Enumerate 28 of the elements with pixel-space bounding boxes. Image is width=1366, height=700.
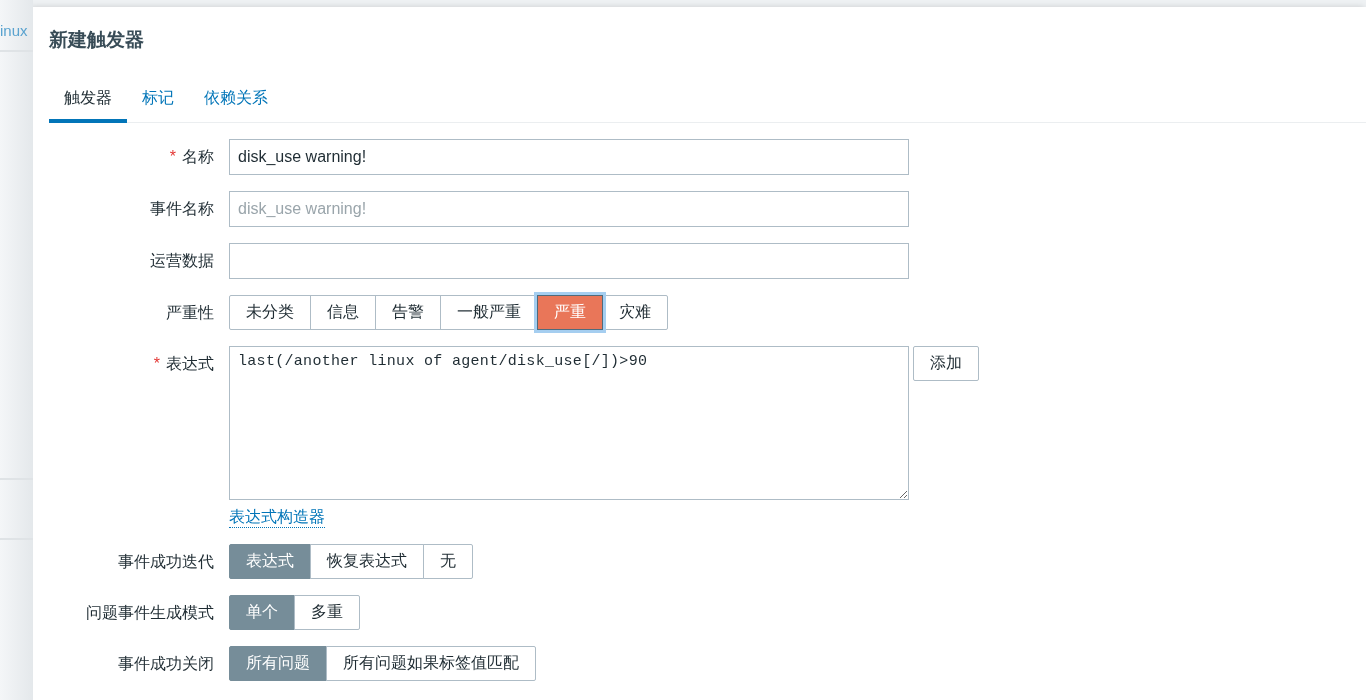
field-label: 运营数据 (150, 252, 214, 269)
text-field[interactable]: disk_use warning! (229, 191, 909, 227)
segmented-option[interactable]: 无 (423, 544, 473, 579)
field-label: 事件名称 (150, 200, 214, 217)
segmented-option[interactable]: 所有问题如果标签值匹配 (326, 646, 536, 681)
add-button[interactable]: 添加 (913, 346, 979, 381)
text-field[interactable] (229, 243, 909, 279)
field-label: 表达式 (166, 355, 214, 372)
segmented-option[interactable]: 多重 (294, 595, 360, 630)
tab[interactable]: 依赖关系 (189, 88, 283, 123)
segmented-option[interactable]: 恢复表达式 (310, 544, 424, 579)
required-asterisk: * (169, 148, 176, 165)
field-label: 名称 (182, 148, 214, 165)
field-label: 问题事件生成模式 (86, 604, 214, 621)
dialog-title: 新建触发器 (48, 28, 145, 51)
tab[interactable]: 触发器 (49, 88, 127, 123)
expression-builder-link[interactable]: 表达式构造器 (229, 507, 325, 528)
expression-field[interactable]: last(/another linux of agent/disk_use[/])>90 (229, 346, 909, 500)
tab[interactable]: 标记 (127, 88, 189, 123)
severity-option[interactable]: 信息 (310, 295, 376, 330)
field-label: 严重性 (166, 304, 214, 321)
field-label: 事件成功关闭 (118, 655, 214, 672)
required-asterisk: * (153, 355, 160, 372)
text-field[interactable]: disk_use warning! (229, 139, 909, 175)
page-heading: inux (0, 22, 28, 39)
severity-option[interactable]: 告警 (375, 295, 441, 330)
severity-option[interactable]: 未分类 (229, 295, 311, 330)
field-label: 事件成功迭代 (118, 553, 214, 570)
